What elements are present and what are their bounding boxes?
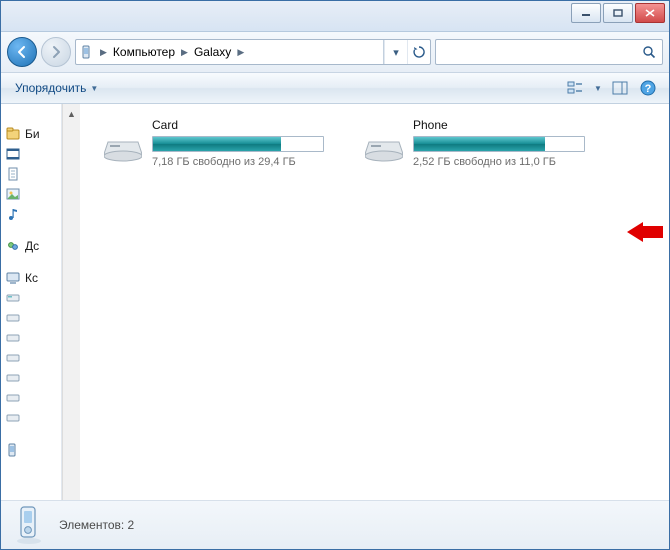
view-options-dropdown[interactable]: ▼ <box>591 76 605 100</box>
details-pane: Элементов: 2 <box>1 500 669 549</box>
sidebar-item-disk[interactable] <box>1 368 61 388</box>
sidebar-item-documents[interactable] <box>1 164 61 184</box>
drive-subtext: 2,52 ГБ свободно из 11,0 ГБ <box>413 156 610 168</box>
disk-icon <box>5 310 21 326</box>
disk-icon <box>5 290 21 306</box>
organize-label: Упорядочить <box>15 81 86 95</box>
document-icon <box>5 166 21 182</box>
svg-text:?: ? <box>645 83 652 95</box>
sidebar-item-libraries[interactable]: Би <box>1 124 61 144</box>
music-icon <box>5 206 21 222</box>
homegroup-icon <box>5 238 21 254</box>
chevron-right-icon[interactable]: ▶ <box>179 47 190 58</box>
video-icon <box>5 146 21 162</box>
computer-icon <box>5 270 21 286</box>
status-text: Элементов: 2 <box>59 518 134 532</box>
body: Би <box>1 104 669 500</box>
drive-icon <box>365 132 403 162</box>
device-icon <box>5 442 21 458</box>
sidebar-item-disk[interactable] <box>1 328 61 348</box>
breadcrumb-galaxy[interactable]: Galaxy <box>190 40 235 64</box>
search-input[interactable] <box>435 39 663 65</box>
disk-icon <box>5 350 21 366</box>
drive-subtext: 7,18 ГБ свободно из 29,4 ГБ <box>152 156 349 168</box>
search-icon <box>642 45 656 59</box>
view-options-button[interactable] <box>563 76 589 100</box>
command-toolbar: Упорядочить ▼ ▼ ? <box>1 73 669 104</box>
chevron-down-icon: ▼ <box>90 84 98 93</box>
dropdown-icon[interactable]: ▾ <box>384 40 407 64</box>
maximize-button[interactable] <box>603 3 633 23</box>
drive-info: Phone 2,52 ГБ свободно из 11,0 ГБ <box>413 118 610 168</box>
close-button[interactable] <box>635 3 665 23</box>
capacity-bar <box>152 136 324 152</box>
drive-item-phone[interactable]: Phone 2,52 ГБ свободно из 11,0 ГБ <box>365 118 610 168</box>
chevron-right-icon[interactable]: ▶ <box>235 47 246 58</box>
help-button[interactable]: ? <box>635 76 661 100</box>
sidebar-item-label: Кс <box>25 271 38 285</box>
disk-icon <box>5 330 21 346</box>
chevron-right-icon[interactable]: ▶ <box>98 47 109 58</box>
forward-button[interactable] <box>41 37 71 67</box>
sidebar-item-label: Дс <box>25 239 39 253</box>
drive-info: Card 7,18 ГБ свободно из 29,4 ГБ <box>152 118 349 168</box>
address-actions: ▾ <box>383 40 430 64</box>
capacity-bar <box>413 136 585 152</box>
preview-pane-button[interactable] <box>607 76 633 100</box>
sidebar-item-disk[interactable] <box>1 408 61 428</box>
refresh-icon[interactable] <box>407 40 430 64</box>
picture-icon <box>5 186 21 202</box>
sidebar-item-computer[interactable]: Кс <box>1 268 61 288</box>
sidebar-item-label: Би <box>25 127 40 141</box>
sidebar-item-disk[interactable] <box>1 288 61 308</box>
sidebar-item-disk[interactable] <box>1 388 61 408</box>
device-large-icon <box>11 505 47 545</box>
drive-name: Phone <box>413 118 610 132</box>
titlebar <box>1 1 669 32</box>
sidebar-item-pictures[interactable] <box>1 184 61 204</box>
disk-icon <box>5 390 21 406</box>
drive-item-card[interactable]: Card 7,18 ГБ свободно из 29,4 ГБ <box>104 118 349 168</box>
sidebar-item-music[interactable] <box>1 204 61 224</box>
sidebar-item-videos[interactable] <box>1 144 61 164</box>
sidebar-item-homegroup[interactable]: Дс <box>1 236 61 256</box>
back-button[interactable] <box>7 37 37 67</box>
sidebar-scrollbar[interactable]: ▲ <box>62 104 80 500</box>
navigation-pane: Би <box>1 104 62 500</box>
content-pane[interactable]: Card 7,18 ГБ свободно из 29,4 ГБ Phone 2… <box>80 104 669 500</box>
breadcrumb-computer[interactable]: Компьютер <box>109 40 179 64</box>
organize-menu[interactable]: Упорядочить ▼ <box>9 78 104 98</box>
sidebar-item-disk[interactable] <box>1 308 61 328</box>
address-bar[interactable]: ▶ Компьютер ▶ Galaxy ▶ ▾ <box>75 39 431 65</box>
drive-icon <box>104 132 142 162</box>
sidebar-item-device[interactable] <box>1 440 61 460</box>
disk-icon <box>5 370 21 386</box>
disk-icon <box>5 410 21 426</box>
navigation-bar: ▶ Компьютер ▶ Galaxy ▶ ▾ <box>1 32 669 73</box>
annotation-arrow-icon <box>627 222 663 242</box>
libraries-icon <box>5 126 21 142</box>
explorer-window: ▶ Компьютер ▶ Galaxy ▶ ▾ Упорядочить ▼ <box>0 0 670 550</box>
device-icon <box>76 45 98 59</box>
scroll-up-icon[interactable]: ▲ <box>64 106 79 122</box>
minimize-button[interactable] <box>571 3 601 23</box>
drive-name: Card <box>152 118 349 132</box>
sidebar-item-disk[interactable] <box>1 348 61 368</box>
